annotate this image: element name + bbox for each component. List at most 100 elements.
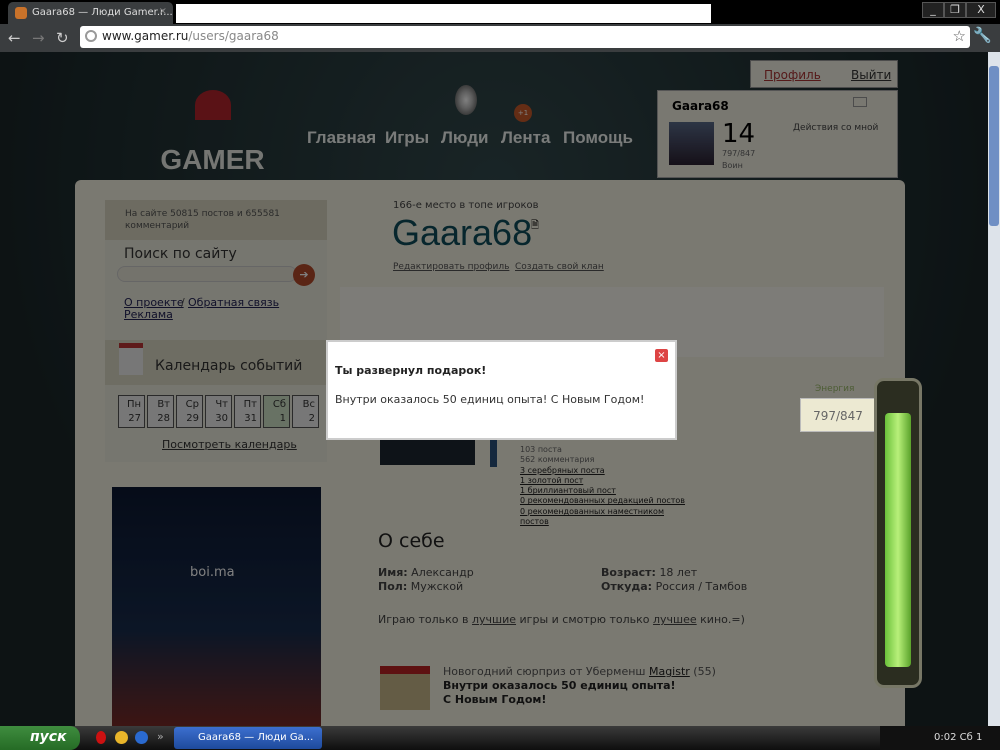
favicon-icon xyxy=(15,7,27,19)
user-avatar[interactable] xyxy=(669,122,714,165)
logo-text: GAMER xyxy=(160,144,265,175)
bookmark-star-icon[interactable]: ☆ xyxy=(953,27,966,45)
day-number: 1 xyxy=(279,413,286,424)
search-input[interactable] xyxy=(117,266,297,282)
gold-posts-link[interactable]: 1 золотой пост xyxy=(520,476,685,486)
about-title: О себе xyxy=(378,530,445,552)
back-icon[interactable]: ← xyxy=(8,29,21,47)
close-dialog-icon[interactable]: × xyxy=(655,349,668,362)
close-tab-icon[interactable]: × xyxy=(159,6,167,17)
tab-strip-blank xyxy=(176,4,711,23)
nav-games[interactable]: Игры xyxy=(385,128,429,148)
calendar-title: Календарь событий xyxy=(155,358,303,374)
taskbar: пуск » Gaara68 — Люди Ga... 0:02 Сб 1 xyxy=(0,726,1000,750)
ad-banner[interactable]: boi.ma xyxy=(112,487,321,726)
nav-people[interactable]: Люди xyxy=(441,128,488,148)
dialog-message: Внутри оказалось 50 единиц опыта! С Новы… xyxy=(335,393,645,406)
calendar-day[interactable]: Сб 1 xyxy=(263,395,290,428)
search-go-icon[interactable]: ➔ xyxy=(293,264,315,286)
opera-icon[interactable] xyxy=(96,731,106,744)
page-title: Gaara68 xyxy=(392,212,533,253)
day-number: 28 xyxy=(157,413,170,424)
bio-link-movies[interactable]: лучшее xyxy=(653,613,697,626)
quicklaunch-icon[interactable] xyxy=(135,731,148,744)
governor-recommended-link[interactable]: 0 рекомендованных наместником постов xyxy=(520,507,680,528)
restore-button[interactable]: ❐ xyxy=(944,2,966,18)
url-path: /users/gaara68 xyxy=(188,29,279,43)
editor-recommended-link[interactable]: 0 рекомендованных редакцией постов xyxy=(520,496,685,506)
bio: Играю только в лучшие игры и смотрю толь… xyxy=(378,613,745,626)
more-icon[interactable]: » xyxy=(157,730,164,743)
bio-link-games[interactable]: лучшие xyxy=(472,613,516,626)
day-number: 2 xyxy=(308,413,315,424)
sex-label: Пол: xyxy=(378,580,408,593)
browser-toolbar: ← → ↻ www.gamer.ru/users/gaara68 ☆ 🔧 xyxy=(0,24,1000,52)
user-card: Gaara68 14 797/847 Воин Действия со мной xyxy=(657,90,898,178)
user-rank: Воин xyxy=(722,161,743,170)
reload-icon[interactable]: ↻ xyxy=(56,29,69,47)
url-host: www.gamer.ru xyxy=(102,29,189,43)
day-name: Сб xyxy=(272,399,286,410)
vertical-scrollbar[interactable] xyxy=(988,52,1000,726)
close-window-button[interactable]: X xyxy=(966,2,996,18)
about-right: Возраст: 18 лет Откуда: Россия / Тамбов xyxy=(601,566,747,594)
minimize-button[interactable]: _ xyxy=(922,2,944,18)
chrome-icon[interactable] xyxy=(115,731,128,744)
name-label: Имя: xyxy=(378,566,408,579)
calendar-day[interactable]: Вс 2 xyxy=(292,395,319,428)
wrench-icon[interactable]: 🔧 xyxy=(973,26,992,44)
calendar-day[interactable]: Вт 28 xyxy=(147,395,174,428)
tab-bar: Gaara68 — Люди Gamer.r... × _ ❐ X xyxy=(0,0,1000,24)
mail-icon[interactable] xyxy=(853,97,867,107)
calendar-day[interactable]: Чт 30 xyxy=(205,395,232,428)
day-name: Чт xyxy=(215,399,228,410)
dialog-title: Ты развернул подарок! xyxy=(335,364,487,377)
silver-posts-link[interactable]: 3 серебряных поста xyxy=(520,466,685,476)
energy-tube xyxy=(874,378,922,688)
edit-profile-link[interactable]: Редактировать профиль xyxy=(393,262,509,272)
taskbar-chrome-window[interactable]: Gaara68 — Люди Ga... xyxy=(174,727,322,749)
site-stats: На сайте 50815 постов и 655581 комментар… xyxy=(105,200,327,240)
calendar-day[interactable]: Пт 31 xyxy=(234,395,261,428)
document-icon[interactable]: 🗎 xyxy=(531,218,539,235)
globe-icon xyxy=(85,30,97,42)
advertising-link[interactable]: Реклама xyxy=(124,308,173,321)
user-xp: 797/847 xyxy=(722,149,756,158)
clock: 0:02 Сб 1 xyxy=(934,732,983,743)
profile-link[interactable]: Профиль xyxy=(764,68,821,82)
address-bar[interactable]: www.gamer.ru/users/gaara68 xyxy=(80,26,970,48)
from-label: Откуда: xyxy=(601,580,653,593)
user-actions-button[interactable]: Действия со мной xyxy=(793,123,878,133)
from-value: Россия / Тамбов xyxy=(655,580,748,593)
nav-feed[interactable]: Лента xyxy=(501,128,550,148)
top-rank: 166-е место в топе игроков xyxy=(393,200,539,211)
logout-link[interactable]: Выйти xyxy=(851,68,891,82)
system-tray: 0:02 Сб 1 xyxy=(880,726,1000,750)
feedback-link[interactable]: Обратная связь xyxy=(188,296,279,309)
nav-help[interactable]: Помощь xyxy=(563,128,633,148)
nav-home[interactable]: Главная xyxy=(307,128,376,148)
about-left: Имя: Александр Пол: Мужской xyxy=(378,566,474,594)
gift-user-link[interactable]: Magistr xyxy=(649,665,690,678)
create-clan-link[interactable]: Создать свой клан xyxy=(515,262,604,272)
age-label: Возраст: xyxy=(601,566,656,579)
energy-fill xyxy=(885,413,911,667)
diamond-posts-link[interactable]: 1 бриллиантовый пост xyxy=(520,486,685,496)
calendar-day[interactable]: Пн 27 xyxy=(118,395,145,428)
santa-hat-icon xyxy=(195,90,231,120)
start-button[interactable]: пуск xyxy=(0,726,80,750)
gamer-logo[interactable]: GAMER xyxy=(150,82,275,175)
scrollbar-thumb[interactable] xyxy=(989,66,999,226)
calendar-day[interactable]: Ср 29 xyxy=(176,395,203,428)
forward-icon[interactable]: → xyxy=(32,29,45,47)
view-calendar-link[interactable]: Посмотреть календарь xyxy=(162,438,297,451)
user-card-name[interactable]: Gaara68 xyxy=(672,99,729,113)
browser-tab[interactable]: Gaara68 — Люди Gamer.r... × xyxy=(8,2,173,24)
comments-count: 562 комментария xyxy=(520,455,595,465)
day-name: Вс xyxy=(302,399,315,410)
profile-stats: 103 поста 562 комментария 3 серебряных п… xyxy=(520,445,685,527)
day-name: Пн xyxy=(126,399,141,410)
day-number: 27 xyxy=(128,413,141,424)
day-number: 30 xyxy=(215,413,228,424)
day-number: 31 xyxy=(244,413,257,424)
